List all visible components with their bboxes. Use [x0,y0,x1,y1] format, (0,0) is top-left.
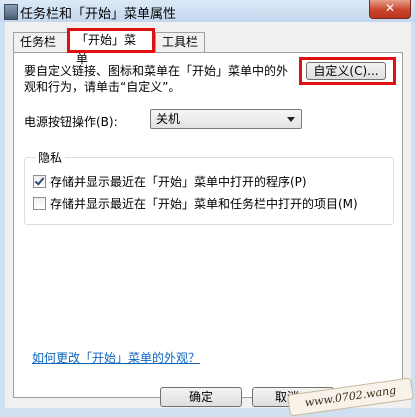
tab-panel: 要自定义链接、图标和菜单在「开始」菜单中的外观和行为，请单击“自定义”。 自定义… [13,52,403,398]
chevron-down-icon [287,117,295,122]
store-items-checkbox[interactable] [33,197,46,210]
store-programs-option[interactable]: 存储并显示最近在「开始」菜单中打开的程序(P) [33,174,307,190]
close-button[interactable]: ✕ [369,0,411,19]
store-items-option[interactable]: 存储并显示最近在「开始」菜单和任务栏中打开的项目(M) [33,196,358,212]
tab-start-menu[interactable]: 「开始」菜单 [67,28,155,66]
properties-dialog: 任务栏 「开始」菜单 工具栏 要自定义链接、图标和菜单在「开始」菜单中的外观和行… [5,22,411,408]
title-bar: 任务栏和「开始」菜单属性 ✕ [0,0,415,22]
app-icon [4,4,18,20]
power-button-select[interactable]: 关机 [150,109,302,129]
store-programs-label: 存储并显示最近在「开始」菜单中打开的程序(P) [50,175,307,189]
ok-button[interactable]: 确定 [160,387,242,407]
description-text: 要自定义链接、图标和菜单在「开始」菜单中的外观和行为，请单击“自定义”。 [24,64,289,94]
store-items-label: 存储并显示最近在「开始」菜单和任务栏中打开的项目(M) [50,197,358,211]
checkmark-icon [34,175,45,186]
customize-button[interactable]: 自定义(C)... [306,62,386,80]
tab-taskbar[interactable]: 任务栏 [13,32,69,52]
power-button-value: 关机 [156,112,181,126]
window-title: 任务栏和「开始」菜单属性 [20,7,177,22]
power-button-label: 电源按钮操作(B): [24,115,118,129]
store-programs-checkbox[interactable] [33,175,46,188]
privacy-group-title: 隐私 [35,149,66,166]
customize-highlight: 自定义(C)... [299,57,396,85]
privacy-group: 隐私 存储并显示最近在「开始」菜单中打开的程序(P) 存储并显示最近在「开始」菜… [24,149,394,225]
help-link[interactable]: 如何更改「开始」菜单的外观？ [32,349,200,366]
tab-toolbars[interactable]: 工具栏 [155,32,205,52]
